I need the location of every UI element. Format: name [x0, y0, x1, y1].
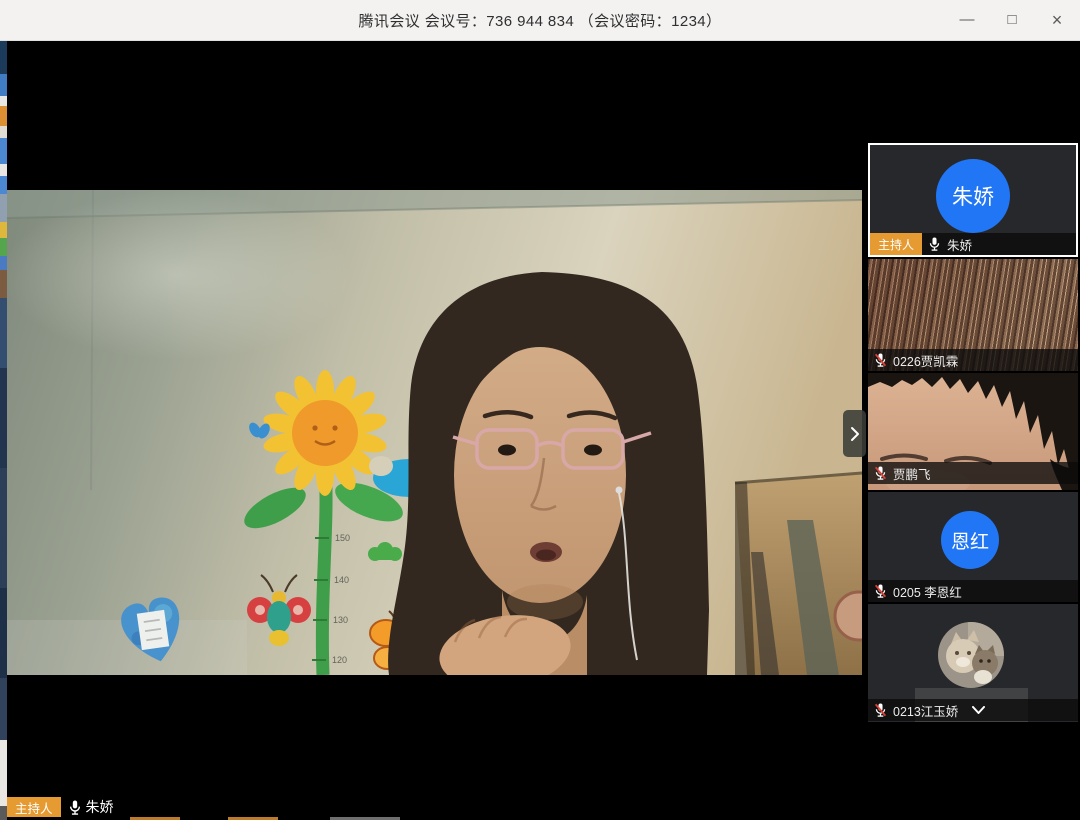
mic-muted-icon [874, 465, 887, 481]
window-titlebar: 腾讯会议 会议号：736 944 834 （会议密码：1234） — □ × [0, 0, 1080, 41]
participants-sidebar: 朱娇 主持人 朱娇 0226贾凯霖 [868, 143, 1078, 723]
cats-photo-avatar [938, 622, 1004, 688]
participant-name-bar: 0226贾凯霖 [868, 349, 1078, 371]
adjacent-window-sliver [0, 40, 7, 820]
participant-tile[interactable]: 贾鹏飞 [868, 373, 1078, 490]
avatar: 朱娇 [936, 159, 1010, 233]
mic-muted-icon [874, 352, 887, 368]
participant-tile[interactable]: 恩红 0205 李恩红 [868, 492, 1078, 602]
close-button[interactable]: × [1048, 0, 1066, 40]
avatar-initials: 朱娇 [952, 181, 994, 211]
participant-name: 朱娇 [947, 235, 972, 254]
mic-on-icon [928, 236, 941, 252]
participant-name-bar: 0213江玉娇 [868, 699, 1078, 721]
avatar: 恩红 [941, 511, 999, 569]
webcam-scene: 150 140 130 120 [7, 190, 862, 675]
mic-muted-icon [874, 583, 887, 599]
svg-text:140: 140 [334, 575, 349, 585]
participant-tile-host[interactable]: 朱娇 主持人 朱娇 [868, 143, 1078, 257]
svg-text:130: 130 [333, 615, 348, 625]
mic-muted-icon [874, 702, 887, 718]
svg-text:150: 150 [335, 533, 350, 543]
participant-name-bar: 贾鹏飞 [868, 462, 1078, 484]
chevron-down-icon[interactable] [972, 706, 985, 714]
mic-on-icon [68, 799, 82, 816]
main-speaker-info: 主持人 朱娇 [7, 797, 114, 817]
host-badge: 主持人 [870, 233, 922, 255]
participant-name-bar: 0205 李恩红 [868, 580, 1078, 602]
participant-name: 0205 李恩红 [893, 582, 962, 601]
svg-text:120: 120 [332, 655, 347, 665]
main-video-tile[interactable]: 150 140 130 120 [7, 190, 862, 675]
maximize-button[interactable]: □ [1003, 0, 1021, 40]
participant-name: 贾鹏飞 [893, 464, 931, 483]
chevron-right-icon [850, 426, 860, 442]
participant-name: 0213江玉娇 [893, 701, 958, 720]
speaker-figure [388, 272, 709, 675]
participant-name-bar: 主持人 朱娇 [870, 233, 1076, 255]
participant-name: 0226贾凯霖 [893, 351, 958, 370]
minimize-button[interactable]: — [958, 0, 976, 40]
avatar-initials: 恩红 [951, 527, 989, 554]
window-title: 腾讯会议 会议号：736 944 834 （会议密码：1234） [359, 10, 722, 31]
participant-tile[interactable]: 0226贾凯霖 [868, 259, 1078, 371]
host-badge: 主持人 [7, 797, 61, 817]
window-controls: — □ × [958, 0, 1066, 40]
collapse-sidebar-handle[interactable] [843, 410, 866, 457]
participant-tile[interactable]: 0213江玉娇 [868, 604, 1078, 722]
speaker-name: 朱娇 [86, 797, 114, 817]
wardrobe-door [735, 472, 862, 675]
